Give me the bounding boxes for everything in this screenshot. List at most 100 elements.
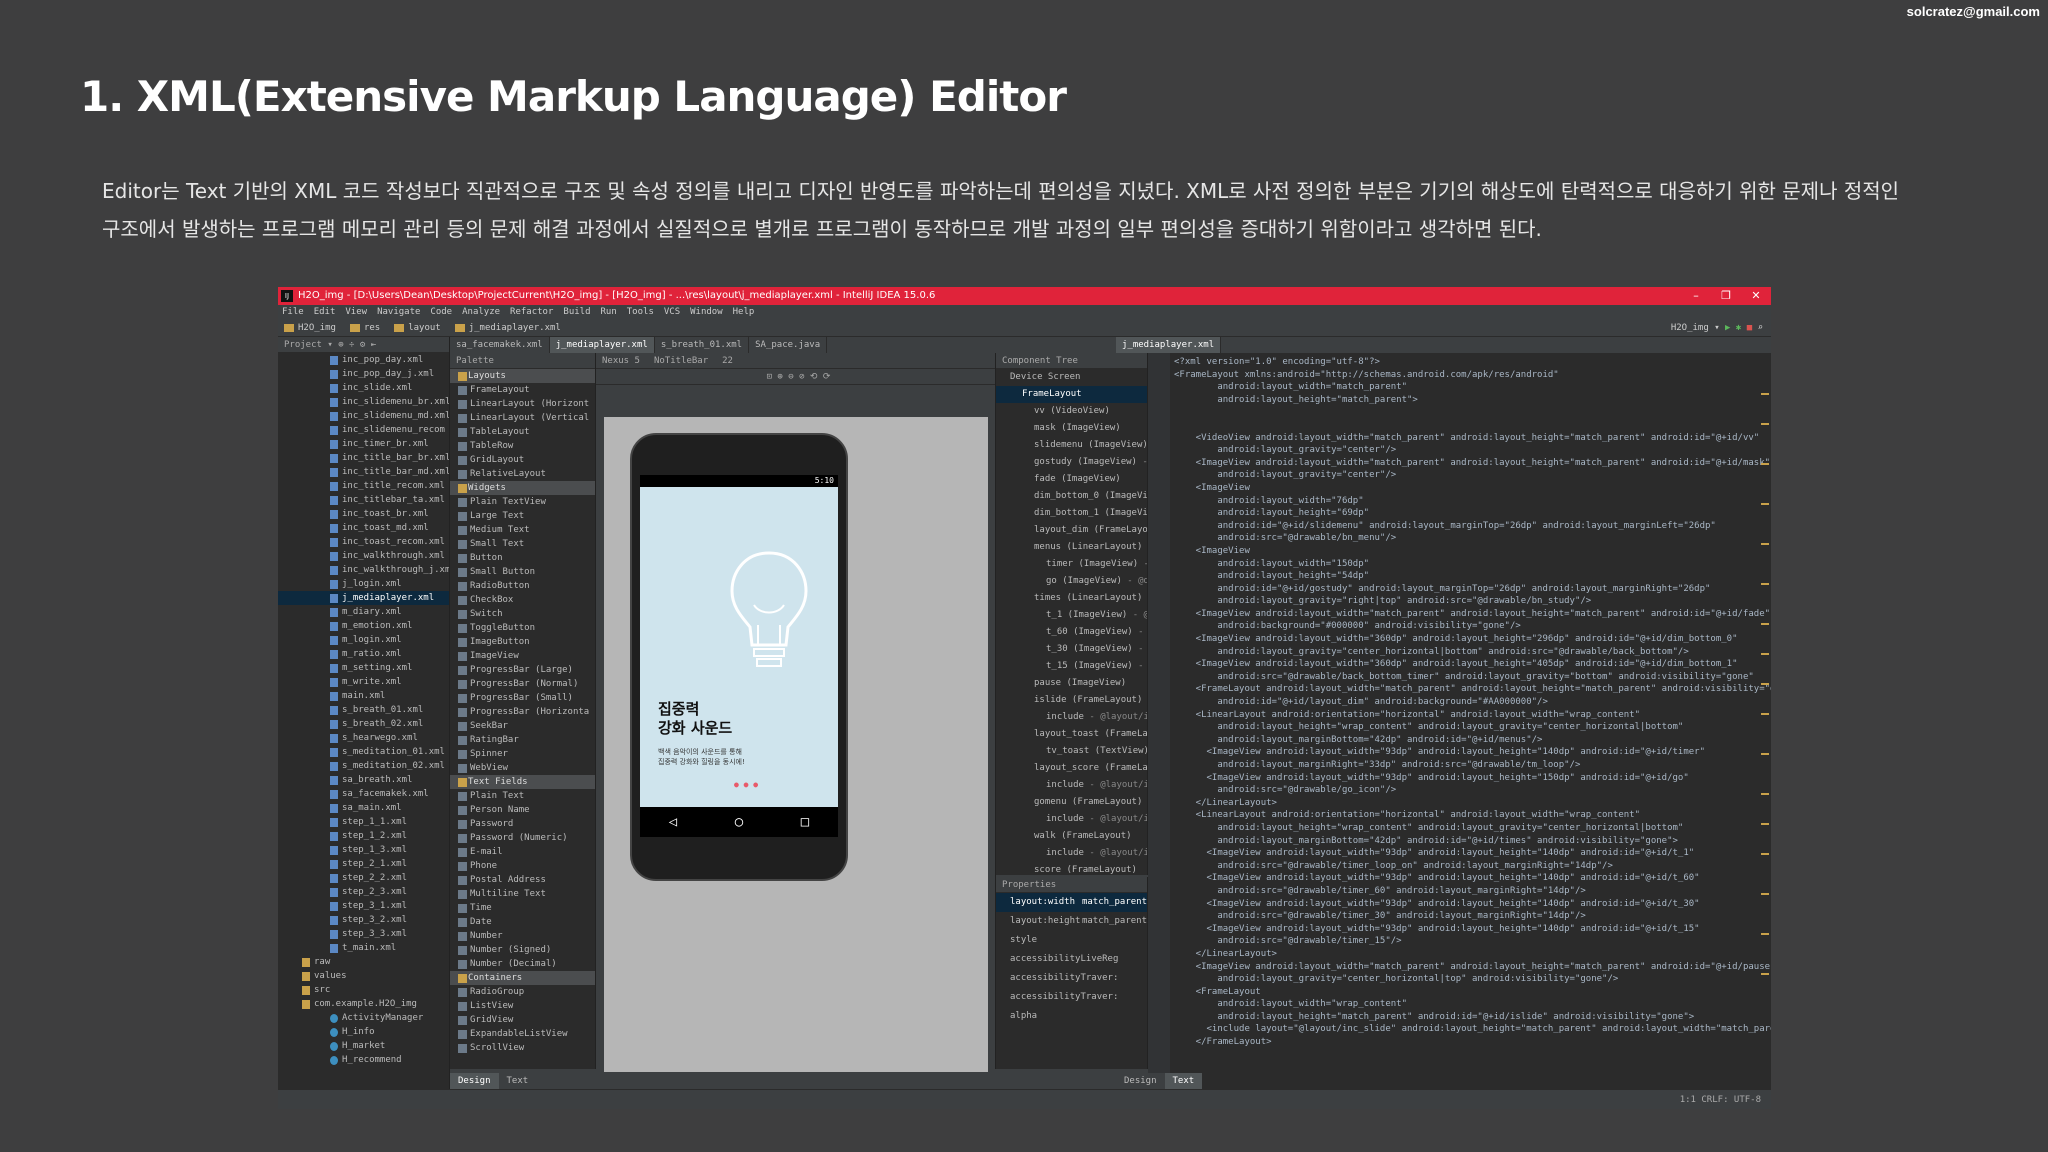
project-folder[interactable]: raw [278,955,449,969]
breadcrumb-item[interactable]: H2O_img [284,323,336,333]
menu-vcs[interactable]: VCS [664,307,680,317]
project-file[interactable]: t_main.xml [278,941,449,955]
menu-window[interactable]: Window [690,307,723,317]
project-file[interactable]: inc_slidemenu_recom [278,423,449,437]
project-file[interactable]: step_2_3.xml [278,885,449,899]
project-file[interactable]: inc_title_bar_md.xml [278,465,449,479]
minimize-icon[interactable]: – [1681,287,1711,305]
palette-item[interactable]: FrameLayout [450,383,595,397]
component-tree-item[interactable]: timer (ImageView) - @drawable/t [996,556,1147,573]
project-folder[interactable]: values [278,969,449,983]
palette-item[interactable]: ToggleButton [450,621,595,635]
menu-analyze[interactable]: Analyze [462,307,500,317]
palette-item[interactable]: ImageView [450,649,595,663]
project-file[interactable]: inc_toast_br.xml [278,507,449,521]
palette-item[interactable]: ProgressBar (Horizonta [450,705,595,719]
palette-category[interactable]: Widgets [450,481,595,495]
palette-item[interactable]: Small Button [450,565,595,579]
project-class[interactable]: H_info [278,1025,449,1039]
palette-item[interactable]: RadioButton [450,579,595,593]
palette-category[interactable]: Containers [450,971,595,985]
component-tree-item[interactable]: score (FrameLayout) [996,862,1147,875]
project-file[interactable]: inc_slidemenu_br.xml [278,395,449,409]
design-toolbar-item[interactable]: 22 [722,356,733,366]
palette-item[interactable]: TableRow [450,439,595,453]
project-file[interactable]: m_login.xml [278,633,449,647]
menu-edit[interactable]: Edit [314,307,336,317]
palette-item[interactable]: Plain Text [450,789,595,803]
property-row[interactable]: alpha [996,1007,1147,1026]
project-file[interactable]: j_mediaplayer.xml [278,591,449,605]
menu-run[interactable]: Run [601,307,617,317]
project-file[interactable]: m_write.xml [278,675,449,689]
run-icon[interactable]: ▶ [1725,323,1730,333]
component-tree-item[interactable]: menus (LinearLayout) (horizontal) [996,539,1147,556]
palette-item[interactable]: GridLayout [450,453,595,467]
project-file[interactable]: inc_pop_day.xml [278,353,449,367]
component-tree-item[interactable]: dim_bottom_0 (ImageView) - @drawabl [996,488,1147,505]
project-file[interactable]: inc_timer_br.xml [278,437,449,451]
component-tree-item[interactable]: FrameLayout [996,386,1147,403]
menu-view[interactable]: View [345,307,367,317]
property-row[interactable]: layout:height match_parent [996,912,1147,931]
property-value[interactable]: match_parent [1082,893,1147,912]
search-icon[interactable]: ⌕ [1758,323,1763,333]
project-file[interactable]: inc_toast_recom.xml [278,535,449,549]
palette-item[interactable]: Person Name [450,803,595,817]
palette-item[interactable]: CheckBox [450,593,595,607]
project-file[interactable]: inc_slidemenu_md.xml [278,409,449,423]
project-file[interactable]: s_hearwego.xml [278,731,449,745]
project-file[interactable]: inc_walkthrough.xml [278,549,449,563]
component-tree-item[interactable]: tv_toast (TextView) - "이유 변경 [996,743,1147,760]
palette-item[interactable]: Medium Text [450,523,595,537]
project-folder[interactable]: com.example.H2O_img [278,997,449,1011]
project-file[interactable]: step_3_1.xml [278,899,449,913]
project-file[interactable]: inc_walkthrough_j.xml [278,563,449,577]
breadcrumb-item[interactable]: j_mediaplayer.xml [454,323,561,333]
palette-item[interactable]: Spinner [450,747,595,761]
component-tree-item[interactable]: dim_bottom_1 (ImageView) - @drawabl [996,505,1147,522]
project-class[interactable]: ActivityManager [278,1011,449,1025]
component-tree-item[interactable]: include - @layout/inc_slide [996,709,1147,726]
project-file[interactable]: m_emotion.xml [278,619,449,633]
palette-item[interactable]: RadioGroup [450,985,595,999]
project-file[interactable]: s_meditation_01.xml [278,745,449,759]
component-tree-item[interactable]: slidemenu (ImageView) - @drawable/b [996,437,1147,454]
component-tree-item[interactable]: fade (ImageView) [996,471,1147,488]
design-toolbar-item[interactable]: Nexus 5 [602,356,640,366]
component-tree-item[interactable]: mask (ImageView) [996,420,1147,437]
component-tree-item[interactable]: t_15 (ImageView) - @drawable/ti [996,658,1147,675]
palette-item[interactable]: Postal Address [450,873,595,887]
component-tree-item[interactable]: walk (FrameLayout) [996,828,1147,845]
component-tree-item[interactable]: pause (ImageView) [996,675,1147,692]
project-file[interactable]: step_1_3.xml [278,843,449,857]
project-file[interactable]: inc_slide.xml [278,381,449,395]
xml-code-editor[interactable]: <?xml version="1.0" encoding="utf-8"?> <… [1148,353,1771,1089]
project-file[interactable]: m_diary.xml [278,605,449,619]
component-tree-item[interactable]: islide (FrameLayout) [996,692,1147,709]
design-toolbar-item[interactable]: NoTitleBar [654,356,708,366]
breadcrumb-item[interactable]: res [349,323,380,333]
project-class[interactable]: H_market [278,1039,449,1053]
component-tree-item[interactable]: t_60 (ImageView) - @drawable/ti [996,624,1147,641]
project-file[interactable]: step_1_2.xml [278,829,449,843]
palette-item[interactable]: TableLayout [450,425,595,439]
palette-item[interactable]: ProgressBar (Small) [450,691,595,705]
palette-item[interactable]: Number (Signed) [450,943,595,957]
palette-item[interactable]: Time [450,901,595,915]
tab-text-right[interactable]: Text [1164,1073,1203,1089]
project-class[interactable]: H_recommend [278,1053,449,1067]
project-file[interactable]: m_ratio.xml [278,647,449,661]
project-file[interactable]: s_meditation_02.xml [278,759,449,773]
project-file[interactable]: main.xml [278,689,449,703]
palette-item[interactable]: WebView [450,761,595,775]
tab-j-mediaplayer[interactable]: j_mediaplayer.xml [1116,337,1222,353]
component-tree-item[interactable]: t_30 (ImageView) - @drawable/ti [996,641,1147,658]
editor-tab[interactable]: j_mediaplayer.xml [549,337,655,353]
project-file[interactable]: j_login.xml [278,577,449,591]
component-tree-item[interactable]: Device Screen [996,369,1147,386]
project-file[interactable]: inc_pop_day_j.xml [278,367,449,381]
project-file[interactable]: s_breath_01.xml [278,703,449,717]
property-row[interactable]: style [996,931,1147,950]
project-file[interactable]: step_2_1.xml [278,857,449,871]
